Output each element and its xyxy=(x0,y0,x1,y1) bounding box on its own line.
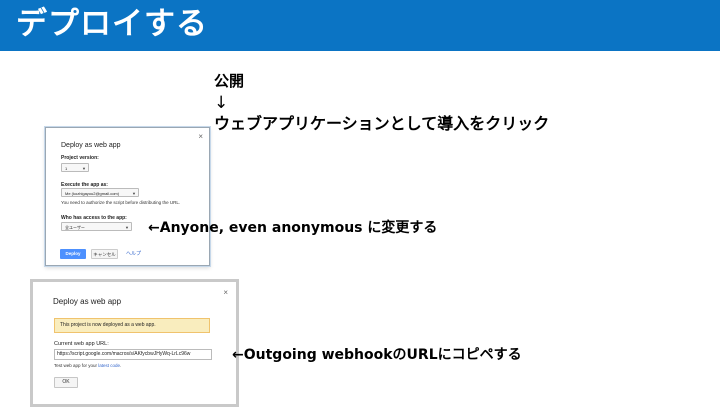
test-end: . xyxy=(120,363,122,368)
authorize-note: You need to authorize the script before … xyxy=(61,200,181,205)
deploy-button[interactable]: Deploy xyxy=(60,249,86,259)
close-icon[interactable]: × xyxy=(223,288,228,297)
deploy-dialog: Deploy as web app × Project version: 1 ▼… xyxy=(45,127,210,266)
help-link[interactable]: ヘルプ xyxy=(126,250,141,257)
cancel-button[interactable]: キャンセル xyxy=(91,249,118,259)
slide-title: デプロイする xyxy=(16,6,208,42)
test-text: Test web app for your xyxy=(54,363,99,368)
dialog-title: Deploy as web app xyxy=(61,142,121,149)
note-copy-url: ←Outgoing webhookのURLにコピペする xyxy=(232,347,522,363)
access-select[interactable]: 全ユーザー ▼ xyxy=(61,222,132,231)
deployed-banner: This project is now deployed as a web ap… xyxy=(54,318,210,333)
access-value: 全ユーザー xyxy=(65,225,85,230)
note-import-click: ウェブアプリケーションとして導入をクリック xyxy=(214,114,550,133)
project-version-value: 1 xyxy=(65,166,68,171)
dialog-title: Deploy as web app xyxy=(53,297,122,306)
execute-as-value: Me (kozhigayou2@gmail.com) xyxy=(65,191,120,196)
project-version-select[interactable]: 1 ▼ xyxy=(61,163,89,172)
url-label: Current web app URL: xyxy=(54,341,109,347)
latest-code-link[interactable]: latest code xyxy=(98,363,120,368)
chevron-down-icon: ▼ xyxy=(82,166,86,171)
access-label: Who has access to the app: xyxy=(61,215,127,221)
execute-as-select[interactable]: Me (kozhigayou2@gmail.com) ▼ xyxy=(61,188,139,197)
close-icon[interactable]: × xyxy=(198,132,203,141)
test-line: Test web app for your latest code. xyxy=(54,363,121,368)
chevron-down-icon: ▼ xyxy=(125,225,129,230)
ok-button[interactable]: OK xyxy=(54,377,78,388)
deployed-dialog: Deploy as web app × This project is now … xyxy=(30,279,239,407)
note-public: 公開 xyxy=(214,72,245,90)
note-anyone: ←Anyone, even anonymous に変更する xyxy=(148,220,438,236)
web-app-url-field[interactable]: https://script.google.com/macros/s/AKfyc… xyxy=(54,349,212,360)
project-version-label: Project version: xyxy=(61,155,99,161)
note-arrow: ↓ xyxy=(214,93,229,113)
chevron-down-icon: ▼ xyxy=(132,191,136,196)
